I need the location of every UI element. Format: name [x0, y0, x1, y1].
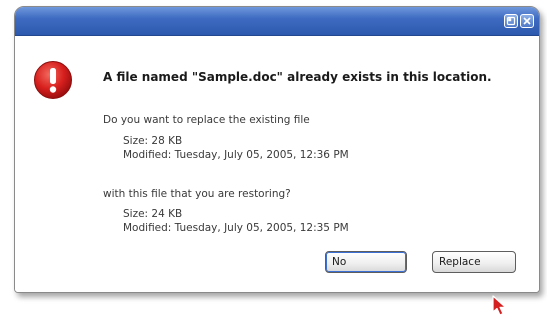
- replace-button[interactable]: Replace: [432, 251, 516, 273]
- mouse-cursor-icon: [492, 295, 507, 316]
- dialog-heading: A file named "Sample.doc" already exists…: [103, 70, 492, 84]
- existing-file-size: Size: 28 KB: [123, 135, 183, 147]
- close-icon[interactable]: [520, 14, 534, 28]
- dialog-titlebar[interactable]: [15, 7, 539, 36]
- replace-question: Do you want to replace the existing file: [103, 114, 310, 126]
- replace-file-dialog: A file named "Sample.doc" already exists…: [14, 6, 540, 293]
- help-icon[interactable]: [504, 14, 518, 28]
- screen: A file named "Sample.doc" already exists…: [0, 0, 547, 317]
- no-button[interactable]: No: [325, 251, 407, 273]
- existing-file-modified: Modified: Tuesday, July 05, 2005, 12:36 …: [123, 149, 349, 161]
- warning-exclamation-icon: [34, 61, 72, 99]
- restoring-question: with this file that you are restoring?: [103, 188, 291, 200]
- restoring-file-modified: Modified: Tuesday, July 05, 2005, 12:35 …: [123, 222, 349, 234]
- restoring-file-size: Size: 24 KB: [123, 208, 183, 220]
